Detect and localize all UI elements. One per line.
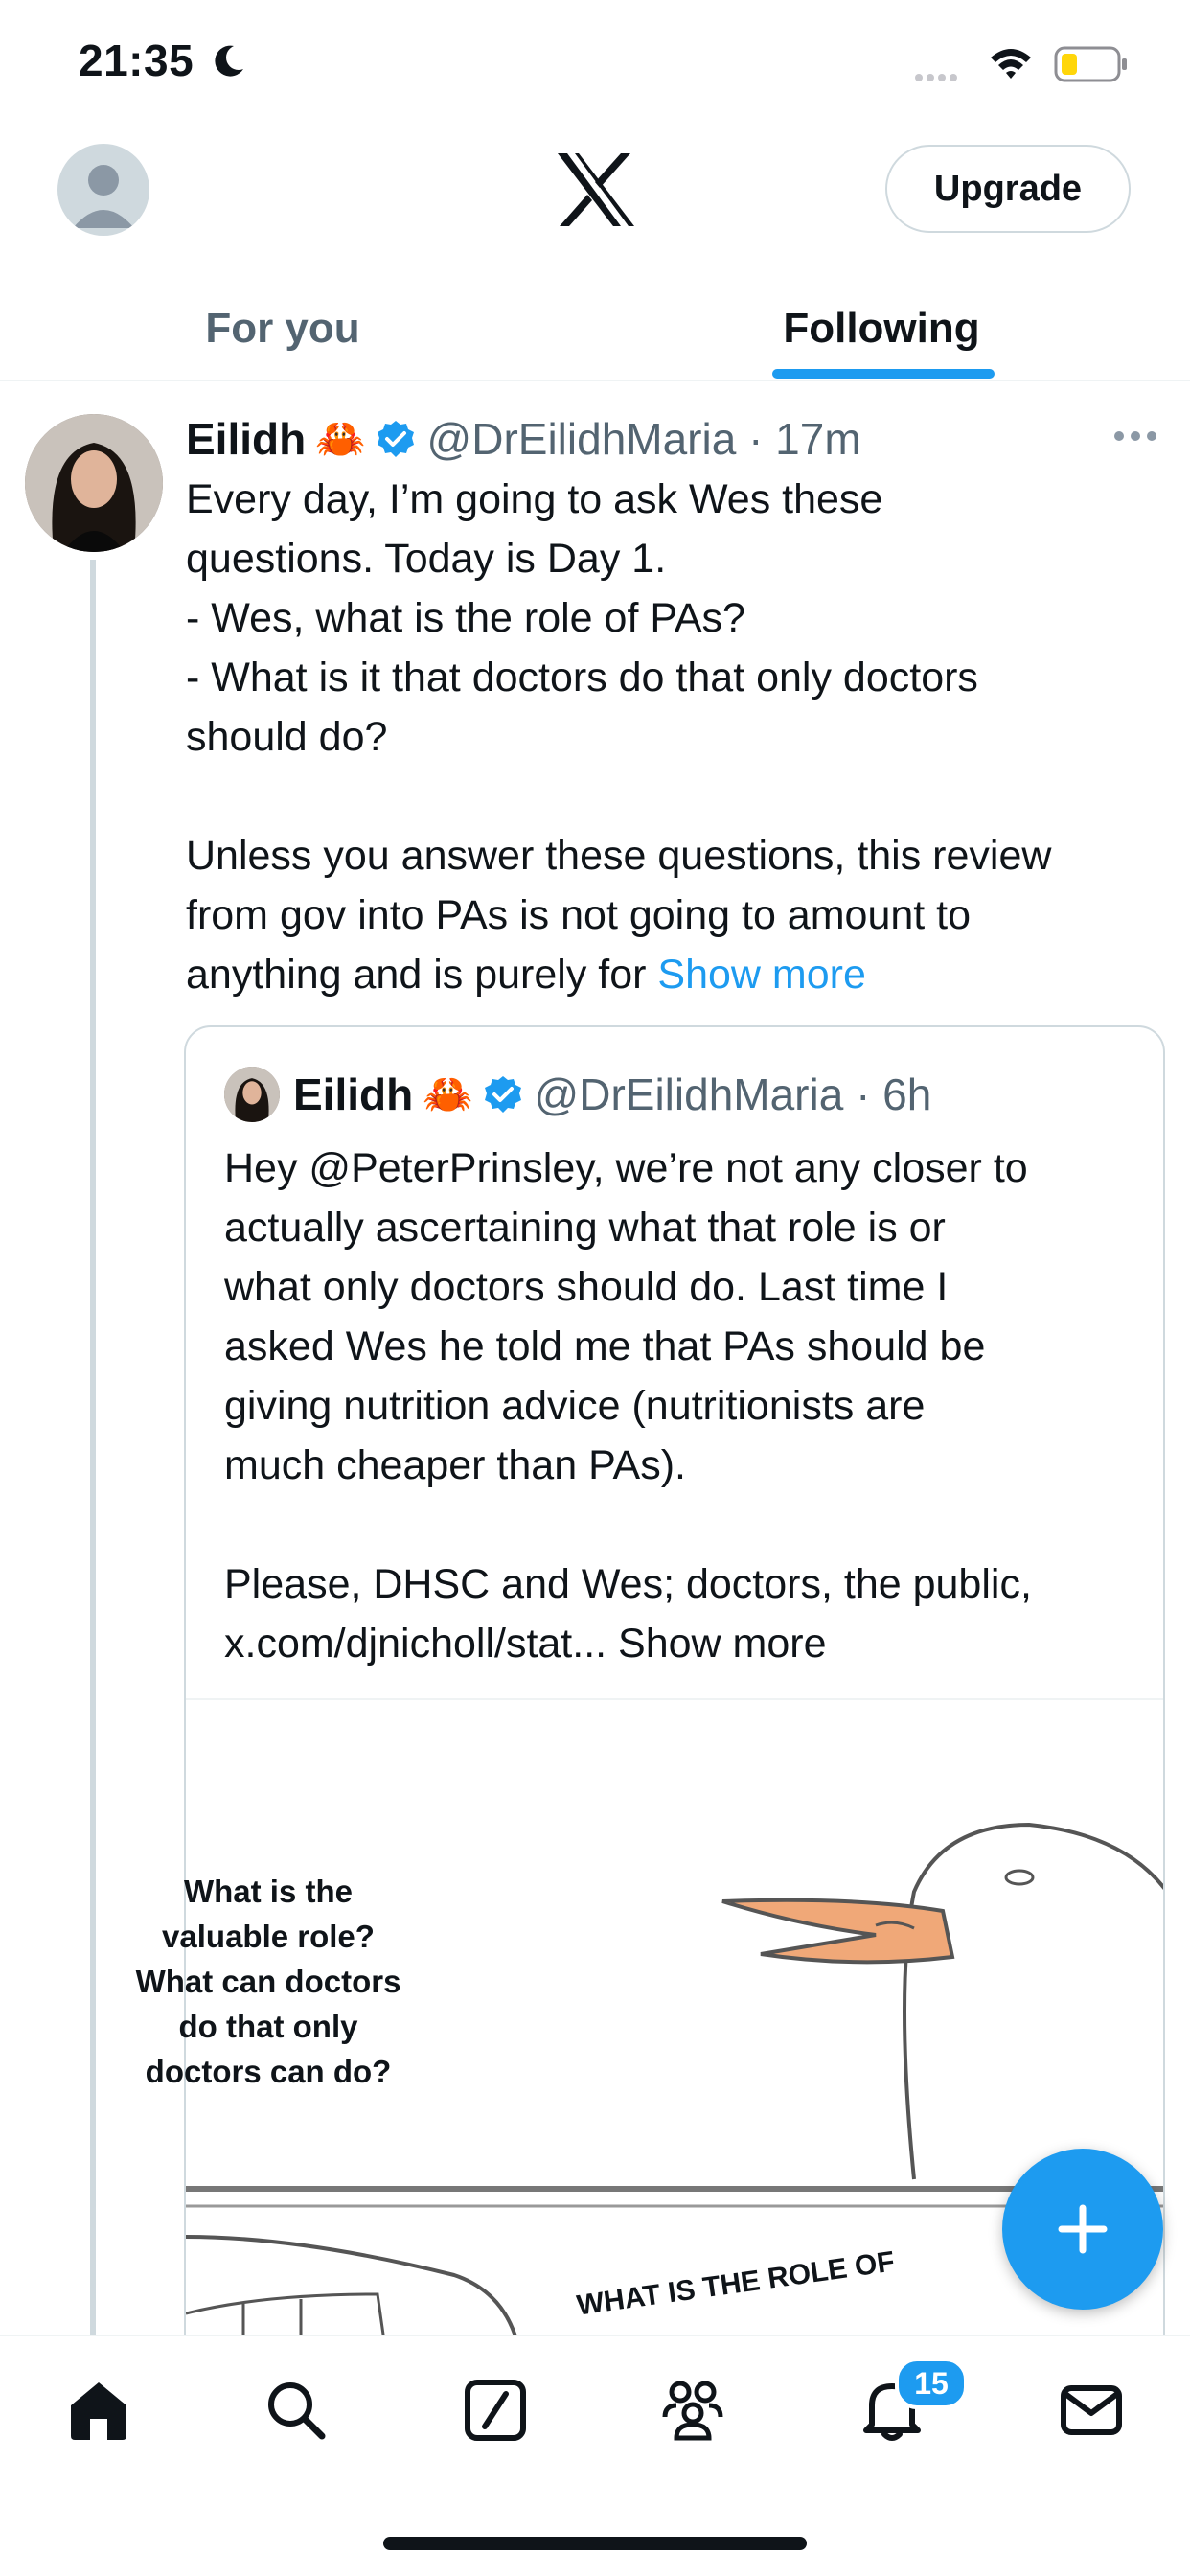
messages-envelope-icon[interactable] bbox=[1058, 2377, 1125, 2444]
crab-emoji: 🦀 bbox=[315, 415, 366, 461]
header-divider bbox=[0, 380, 1190, 381]
moon-icon bbox=[215, 45, 243, 77]
x-logo-icon bbox=[558, 153, 634, 226]
home-indicator[interactable] bbox=[383, 2537, 807, 2550]
more-options-icon[interactable] bbox=[1111, 422, 1159, 450]
wifi-icon bbox=[991, 49, 1031, 79]
thread-connector-line bbox=[90, 560, 96, 2336]
default-avatar-icon bbox=[73, 165, 134, 228]
quoted-tweet-header: Eilidh 🦀 @DrEilidhMaria · 6h bbox=[224, 1066, 931, 1123]
crab-emoji: 🦀 bbox=[423, 1070, 473, 1116]
cellular-signal-icon bbox=[915, 69, 961, 86]
author-handle-time[interactable]: @DrEilidhMaria · 17m bbox=[427, 413, 861, 465]
profile-avatar-button[interactable] bbox=[57, 144, 149, 236]
tab-following[interactable]: Following bbox=[594, 278, 1169, 379]
status-time: 21:35 bbox=[79, 35, 195, 85]
tweet-text: Every day, I’m going to ask Wes these qu… bbox=[186, 470, 1163, 1004]
grok-icon[interactable] bbox=[462, 2377, 529, 2444]
home-icon[interactable] bbox=[65, 2377, 132, 2444]
plus-icon bbox=[1058, 2204, 1108, 2254]
battery-icon bbox=[1054, 46, 1127, 82]
author-avatar[interactable] bbox=[25, 414, 163, 552]
author-photo bbox=[25, 414, 163, 552]
tab-for-you[interactable]: For you bbox=[0, 278, 565, 379]
communities-icon[interactable] bbox=[659, 2377, 726, 2444]
verified-badge-icon bbox=[377, 421, 414, 457]
meme-caption: What is the valuable role? What can doct… bbox=[135, 1874, 401, 2089]
show-more-link[interactable]: Show more bbox=[657, 952, 865, 998]
quoted-author-name: Eilidh bbox=[293, 1070, 414, 1119]
tweet-header: Eilidh 🦀 @DrEilidhMaria · 17m bbox=[186, 410, 861, 468]
quoted-author-avatar bbox=[224, 1067, 280, 1122]
compose-post-button[interactable] bbox=[1002, 2149, 1163, 2310]
verified-badge-icon bbox=[484, 1076, 521, 1113]
upgrade-button[interactable]: Upgrade bbox=[885, 145, 1131, 233]
active-tab-indicator bbox=[772, 369, 995, 379]
quoted-tweet-text: Hey @PeterPrinsley, we’re not any closer… bbox=[224, 1145, 1032, 1667]
tweet-body-text: Every day, I’m going to ask Wes these qu… bbox=[186, 476, 1052, 998]
search-icon[interactable] bbox=[263, 2377, 330, 2444]
author-name[interactable]: Eilidh bbox=[186, 413, 306, 465]
quoted-author-photo bbox=[224, 1067, 280, 1122]
notification-count-badge: 15 bbox=[895, 2358, 968, 2409]
quoted-handle-time: @DrEilidhMaria · 6h bbox=[534, 1070, 932, 1119]
